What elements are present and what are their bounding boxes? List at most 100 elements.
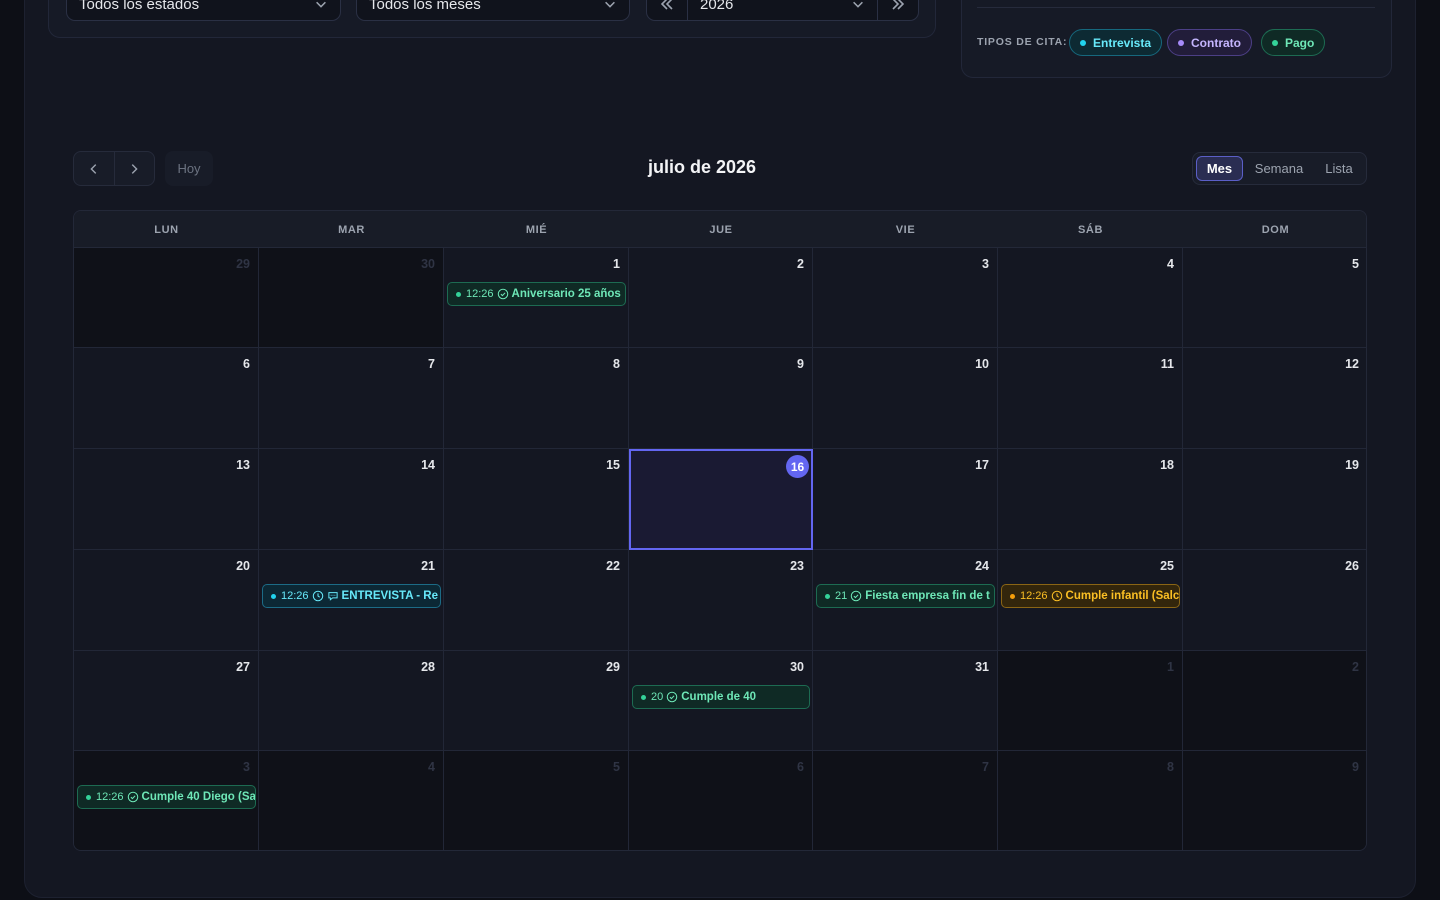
day-number: 3 xyxy=(982,257,989,271)
type-pill-contrato[interactable]: Contrato xyxy=(1167,29,1252,56)
day-cell[interactable]: 26 xyxy=(1183,550,1366,651)
view-week-button[interactable]: Semana xyxy=(1247,156,1311,181)
day-cell[interactable]: 27 xyxy=(74,651,259,751)
year-select[interactable]: 2026 xyxy=(687,0,878,20)
day-number: 29 xyxy=(236,257,250,271)
day-cell[interactable]: 23 xyxy=(629,550,813,651)
dot-icon xyxy=(86,794,91,800)
dot-icon xyxy=(1272,39,1278,46)
day-cell[interactable]: 2 xyxy=(1183,651,1366,751)
day-cell[interactable]: 4 xyxy=(259,751,444,850)
day-number: 22 xyxy=(606,559,620,573)
day-cell[interactable]: 9 xyxy=(1183,751,1366,850)
day-number: 9 xyxy=(1352,760,1359,774)
dot-icon xyxy=(456,291,461,297)
weekday-label: JUE xyxy=(709,223,733,236)
day-number: 14 xyxy=(421,458,435,472)
day-number: 30 xyxy=(421,257,435,271)
day-number: 7 xyxy=(428,357,435,371)
day-cell[interactable]: 18 xyxy=(998,449,1183,550)
day-cell[interactable]: 17 xyxy=(813,449,998,550)
day-number: 28 xyxy=(421,660,435,674)
day-number: 6 xyxy=(797,760,804,774)
type-pill-entrevista[interactable]: Entrevista xyxy=(1069,29,1163,56)
day-cell[interactable]: 29 xyxy=(444,651,629,751)
previous-year-button[interactable] xyxy=(647,0,687,20)
view-list-button[interactable]: Lista xyxy=(1314,156,1364,181)
event-title: Cumple de 40 xyxy=(681,691,757,703)
calendar-event[interactable]: 12:26 Aniversario 25 años xyxy=(447,282,626,306)
calendar-event[interactable]: 12:26 Cumple 40 Diego (Sa xyxy=(77,785,256,809)
day-number: 30 xyxy=(790,660,804,674)
day-cell[interactable]: 4 xyxy=(998,248,1183,348)
next-year-button[interactable] xyxy=(878,0,918,20)
day-cell[interactable]: 28 xyxy=(259,651,444,751)
day-cell[interactable]: 2 xyxy=(629,248,813,348)
status-filter-select[interactable]: Todos los estados xyxy=(66,0,341,21)
day-number: 2 xyxy=(797,257,804,271)
view-month-button[interactable]: Mes xyxy=(1196,156,1243,181)
calendar-event[interactable]: 21 Fiesta empresa fin de t xyxy=(816,584,995,608)
type-pill-label: Entrevista xyxy=(1093,35,1152,50)
calendar-event[interactable]: 20 Cumple de 40 xyxy=(632,685,810,709)
day-cell[interactable]: 5 xyxy=(1183,248,1366,348)
day-cell[interactable]: 14 xyxy=(259,449,444,550)
day-cell[interactable]: 20 xyxy=(74,550,259,651)
month-calendar: LUN MAR MIÉ JUE VIE SÁB DOM 29 30 1 2 3 4 5 6 7 8 9 10 11 1… xyxy=(73,210,1367,851)
weekday-header: LUN MAR MIÉ JUE VIE SÁB DOM xyxy=(74,211,1366,248)
calendar-event[interactable]: 12:26 ENTREVISTA - Re xyxy=(262,584,441,608)
day-cell[interactable]: 6 xyxy=(629,751,813,850)
month-filter-select[interactable]: Todos los meses xyxy=(356,0,630,21)
day-number: 5 xyxy=(613,760,620,774)
calendar-title: julio de 2026 xyxy=(647,157,757,177)
day-cell[interactable]: 8 xyxy=(444,348,629,449)
day-cell[interactable]: 22 xyxy=(444,550,629,651)
day-cell[interactable]: 7 xyxy=(813,751,998,850)
previous-month-button[interactable] xyxy=(74,152,115,185)
day-number: 17 xyxy=(975,458,989,472)
day-cell[interactable]: 6 xyxy=(74,348,259,449)
day-cell[interactable]: 12 xyxy=(1183,348,1366,449)
day-number: 15 xyxy=(606,458,620,472)
day-number: 1 xyxy=(613,257,620,271)
today-button[interactable]: Hoy xyxy=(165,151,213,186)
dot-icon xyxy=(1010,593,1015,599)
day-cell[interactable]: 3 xyxy=(813,248,998,348)
day-cell[interactable]: 9 xyxy=(629,348,813,449)
weekday-label: VIE xyxy=(895,223,916,236)
day-cell[interactable]: 7 xyxy=(259,348,444,449)
day-cell[interactable]: 11 xyxy=(998,348,1183,449)
day-cell[interactable]: 8 xyxy=(998,751,1183,850)
day-cell[interactable]: 13 xyxy=(74,449,259,550)
double-chevron-left-icon xyxy=(660,0,673,10)
dot-icon xyxy=(1080,39,1086,46)
next-month-button[interactable] xyxy=(115,152,155,185)
type-pill-label: Pago xyxy=(1285,35,1315,50)
day-cell-today[interactable]: 16 xyxy=(629,449,813,550)
day-cell[interactable]: 15 xyxy=(444,449,629,550)
day-number: 23 xyxy=(790,559,804,573)
view-switcher: Mes Semana Lista xyxy=(1192,152,1367,185)
day-cell[interactable]: 1 xyxy=(998,651,1183,751)
dot-icon xyxy=(271,593,276,599)
event-title: ENTREVISTA - Re xyxy=(341,590,439,602)
day-number: 12 xyxy=(1345,357,1359,371)
calendar-event[interactable]: 12:26 Cumple infantil (Salc xyxy=(1001,584,1180,608)
day-cell[interactable]: 19 xyxy=(1183,449,1366,550)
event-time: 12:26 xyxy=(1020,590,1048,602)
day-number: 10 xyxy=(975,357,989,371)
chevron-down-icon xyxy=(853,1,863,8)
day-number: 29 xyxy=(606,660,620,674)
chevron-right-icon xyxy=(132,163,138,174)
event-title: Cumple 40 Diego (Sa xyxy=(141,791,256,803)
day-cell[interactable]: 29 xyxy=(74,248,259,348)
day-number: 26 xyxy=(1345,559,1359,573)
day-number: 13 xyxy=(236,458,250,472)
type-pill-pago[interactable]: Pago xyxy=(1261,29,1326,56)
day-cell[interactable]: 5 xyxy=(444,751,629,850)
day-cell[interactable]: 30 xyxy=(259,248,444,348)
clock-icon xyxy=(312,590,323,602)
day-cell[interactable]: 31 xyxy=(813,651,998,751)
dot-icon xyxy=(1178,39,1184,46)
day-cell[interactable]: 10 xyxy=(813,348,998,449)
